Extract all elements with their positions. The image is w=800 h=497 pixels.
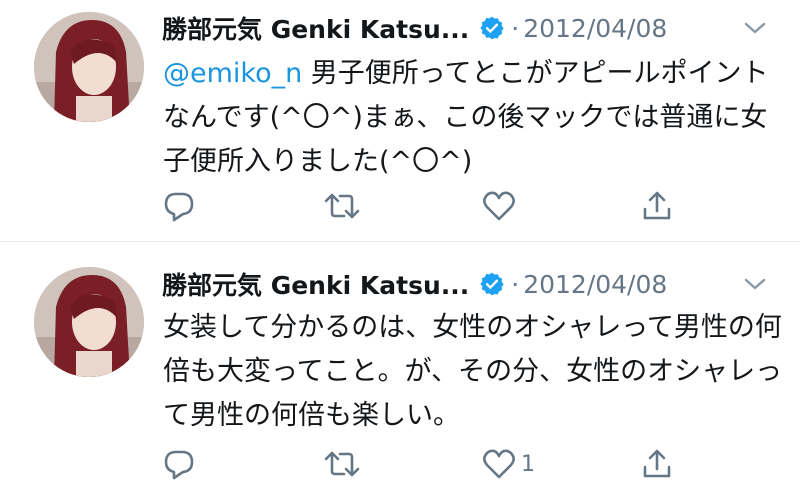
- tweet-date[interactable]: 2012/04/08: [523, 14, 667, 43]
- tweet[interactable]: 勝部元気 Genki Katsu... · 2012/04/08 @emiko_…: [0, 0, 800, 242]
- retweet-icon: [322, 189, 362, 223]
- chevron-down-icon[interactable]: [741, 273, 769, 295]
- tweet-text: @emiko_n 男子便所ってとこがアピールポイントなんです(^〇^)まぁ、この…: [163, 52, 783, 184]
- verified-badge-icon: [479, 15, 505, 41]
- heart-icon: [481, 447, 517, 481]
- reply-button[interactable]: [162, 186, 196, 226]
- avatar[interactable]: [34, 12, 144, 122]
- tweet-header: 勝部元気 Genki Katsu... · 2012/04/08: [162, 264, 667, 304]
- heart-icon: [481, 189, 517, 223]
- reply-icon: [162, 189, 196, 223]
- header-separator: ·: [511, 13, 520, 43]
- reply-button[interactable]: [162, 444, 196, 484]
- retweet-button[interactable]: [322, 444, 362, 484]
- chevron-down-icon[interactable]: [741, 17, 769, 39]
- retweet-icon: [322, 447, 362, 481]
- author-name[interactable]: 勝部元気 Genki Katsu...: [162, 10, 469, 46]
- mention-link[interactable]: @emiko_n: [163, 58, 302, 89]
- verified-badge-icon: [479, 271, 505, 297]
- share-button[interactable]: [640, 186, 674, 226]
- tweet[interactable]: 勝部元気 Genki Katsu... · 2012/04/08 女装して分かる…: [0, 242, 800, 497]
- header-separator: ·: [511, 269, 520, 299]
- tweet-actions: [0, 186, 800, 226]
- share-icon: [640, 447, 674, 481]
- avatar[interactable]: [34, 267, 144, 377]
- author-name[interactable]: 勝部元気 Genki Katsu...: [162, 266, 469, 302]
- like-button[interactable]: 1: [481, 444, 535, 484]
- share-button[interactable]: [640, 444, 674, 484]
- tweet-actions: 1: [0, 444, 800, 484]
- tweet-header: 勝部元気 Genki Katsu... · 2012/04/08: [162, 8, 667, 48]
- like-count: 1: [521, 451, 535, 477]
- retweet-button[interactable]: [322, 186, 362, 226]
- tweet-body: 女装して分かるのは、女性のオシャレって男性の何倍も大変ってこと。が、その分、女性…: [163, 312, 783, 431]
- reply-icon: [162, 447, 196, 481]
- tweet-text: 女装して分かるのは、女性のオシャレって男性の何倍も大変ってこと。が、その分、女性…: [163, 306, 783, 438]
- like-button[interactable]: [481, 186, 521, 226]
- share-icon: [640, 189, 674, 223]
- tweet-date[interactable]: 2012/04/08: [523, 270, 667, 299]
